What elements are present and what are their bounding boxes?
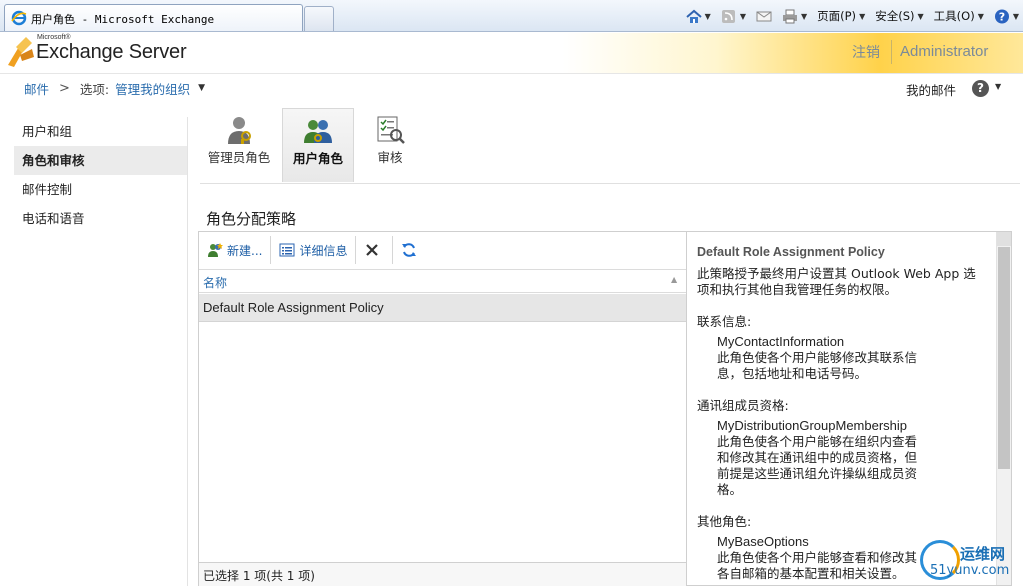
print-icon [782, 9, 797, 23]
role-description: 此角色使各个用户能够查看和修改其各自邮箱的基本配置和相关设置。 [717, 550, 918, 581]
scroll-up-button[interactable] [997, 232, 1011, 246]
nav-item-roles-auditing[interactable]: 角色和审核 [14, 146, 187, 175]
watermark-url: 51yunv.com [930, 563, 1010, 578]
exchange-logo-icon [8, 37, 34, 67]
role-description: 此角色使各个用户能够在组织内查看和修改其在通讯组中的成员资格，但前提是这些通讯组… [717, 434, 918, 497]
read-mail-button[interactable] [756, 9, 772, 24]
role-group-label: 联系信息: [697, 314, 752, 329]
my-mail-link[interactable]: 我的邮件 [906, 80, 956, 99]
role-name: MyDistributionGroupMembership [717, 418, 908, 433]
home-icon [686, 9, 702, 23]
delete-icon [366, 244, 379, 256]
user-roles-icon [304, 120, 332, 143]
feeds-button[interactable]: ▼ [721, 9, 746, 24]
page-menu-label: 页面(P) [817, 9, 857, 23]
role-name: MyContactInformation [717, 334, 845, 349]
list-toolbar: 新建... 详细信息 [199, 232, 686, 268]
breadcrumb-current-dropdown[interactable]: 管理我的组织 [115, 79, 190, 98]
header-divider [891, 40, 892, 64]
mail-icon [756, 11, 772, 21]
admin-role-icon [228, 117, 251, 144]
details-icon [279, 243, 295, 257]
logo-microsoft: Microsoft® [37, 34, 71, 41]
nav-item-users-groups[interactable]: 用户和组 [14, 117, 187, 146]
nav-item-phone-voice[interactable]: 电话和语音 [14, 204, 187, 233]
details-content: Default Role Assignment Policy 此策略授予最终用户… [697, 244, 987, 585]
new-button-label: 新建... [227, 243, 263, 258]
tab-admin-roles-label: 管理员角色 [207, 150, 271, 165]
home-button[interactable]: ▼ [686, 9, 711, 24]
role-group-label: 其他角色: [697, 514, 752, 529]
signout-link[interactable]: 注销 [852, 42, 880, 62]
role-tabs: 管理员角色 用户角色 审核 [200, 108, 1020, 184]
sort-up-icon: ▲ [671, 275, 678, 284]
breadcrumb: 邮件 > 选项: 管理我的组织 ▼ [24, 78, 205, 98]
refresh-button[interactable] [393, 235, 429, 265]
column-header-name[interactable]: 名称 [203, 274, 227, 291]
section-title: 角色分配策略 [206, 210, 297, 228]
feeds-icon [721, 9, 735, 23]
details-description: 此策略授予最终用户设置其 Outlook Web App 选项和执行其他自我管理… [697, 266, 976, 297]
tab-auditing[interactable]: 审核 [358, 108, 422, 182]
breadcrumb-separator: > [59, 80, 70, 96]
role-description: 此角色使各个用户能够修改其联系信息，包括地址和电话号码。 [717, 350, 918, 381]
help-icon: ? [994, 9, 1009, 23]
user-name: Administrator [900, 43, 989, 60]
table-row[interactable]: Default Role Assignment Policy [199, 294, 686, 322]
breadcrumb-mail-link[interactable]: 邮件 [24, 79, 49, 98]
browser-tab[interactable]: 用户角色 - Microsoft Exchange [4, 4, 303, 31]
left-navigation: 用户和组 角色和审核 邮件控制 电话和语音 [14, 117, 188, 586]
tools-menu-label: 工具(O) [933, 9, 975, 23]
help-icon[interactable]: ? [972, 80, 989, 97]
table-row-name: Default Role Assignment Policy [203, 300, 384, 315]
browser-toolbar: 用户角色 - Microsoft Exchange ▼ ▼ ▼ 页面(P) ▼ … [0, 0, 1023, 32]
safety-menu[interactable]: 安全(S) ▼ [875, 8, 923, 24]
safety-menu-label: 安全(S) [875, 9, 915, 23]
details-pane: Default Role Assignment Policy 此策略授予最终用户… [686, 231, 1012, 586]
chevron-down-icon[interactable]: ▼ [198, 83, 205, 93]
details-title: Default Role Assignment Policy [697, 245, 885, 259]
refresh-icon [402, 243, 417, 257]
browser-help-button[interactable]: ? ▼ [994, 9, 1019, 24]
delete-button[interactable] [356, 235, 392, 265]
details-scrollbar[interactable] [996, 232, 1011, 585]
page-menu[interactable]: 页面(P) ▼ [817, 8, 865, 24]
nav-item-mail-control[interactable]: 邮件控制 [14, 175, 187, 204]
policy-list-pane: 新建... 详细信息 名称 ▲ Default Role Assignment … [198, 231, 686, 586]
watermark-title: 运维网 [960, 545, 1006, 563]
tab-user-roles[interactable]: 用户角色 [282, 108, 354, 182]
help-chevron-down-icon[interactable]: ▼ [995, 82, 1001, 91]
tab-admin-roles[interactable]: 管理员角色 [200, 108, 278, 182]
print-button[interactable]: ▼ [782, 9, 807, 24]
tab-auditing-label: 审核 [377, 150, 403, 165]
browser-command-bar: ▼ ▼ ▼ 页面(P) ▼ 安全(S) ▼ 工具(O) ▼ ? ▼ [676, 6, 1019, 26]
audit-icon [377, 116, 405, 144]
list-status-bar: 已选择 1 项(共 1 项) [199, 562, 686, 586]
selection-status: 已选择 1 项(共 1 项) [203, 569, 315, 583]
tab-user-roles-label: 用户角色 [292, 151, 343, 166]
tools-menu[interactable]: 工具(O) ▼ [934, 8, 984, 24]
new-tab-button[interactable] [304, 6, 334, 31]
app-header: Microsoft® Exchange Server 注销 Administra… [0, 33, 1023, 74]
role-group-label: 通讯组成员资格: [697, 398, 789, 413]
scrollbar-thumb[interactable] [998, 247, 1010, 469]
svg-text:?: ? [999, 10, 1005, 23]
ie-icon [11, 10, 27, 26]
browser-tab-title: 用户角色 - Microsoft Exchange [31, 13, 215, 26]
column-header: 名称 ▲ [199, 269, 686, 293]
new-button[interactable]: 新建... [199, 235, 270, 265]
breadcrumb-options-label: 选项: [79, 81, 110, 97]
details-button-label: 详细信息 [299, 243, 348, 258]
details-button[interactable]: 详细信息 [271, 235, 355, 265]
new-policy-icon [208, 243, 223, 257]
logo-product-name: Exchange Server [36, 41, 187, 63]
